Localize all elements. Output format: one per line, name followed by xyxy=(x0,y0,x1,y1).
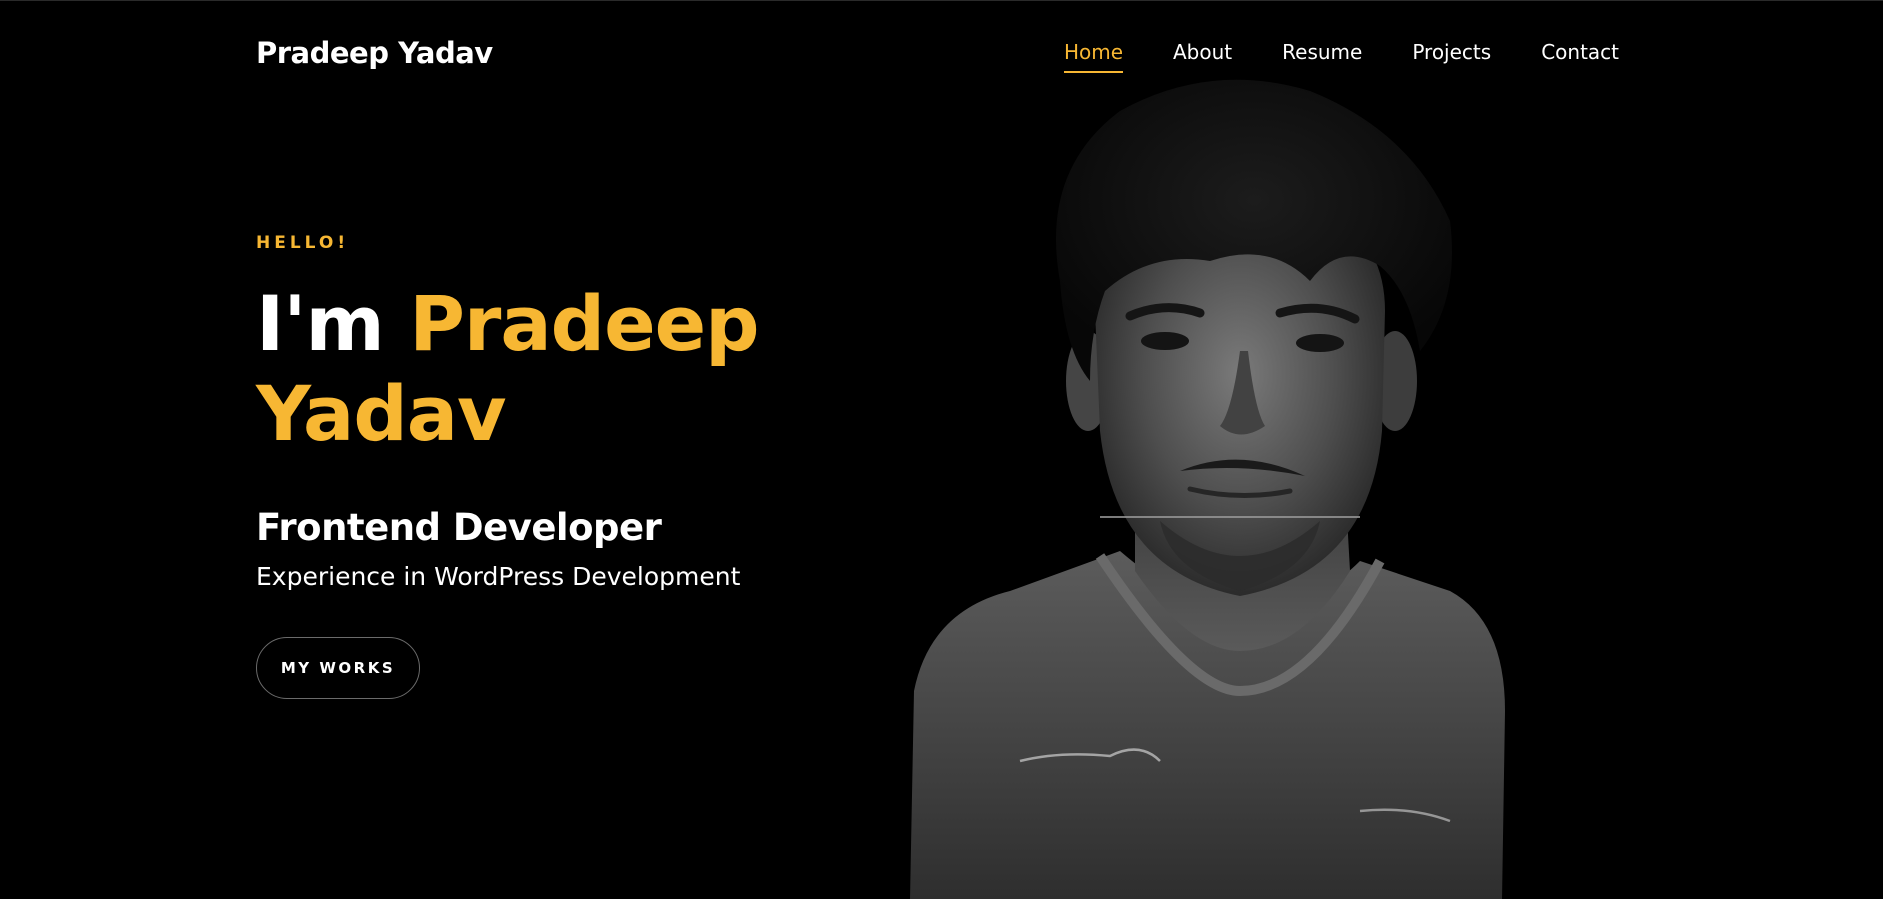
greeting-label: HELLO! xyxy=(256,233,350,253)
hero-subtitle: Experience in WordPress Development xyxy=(256,562,741,591)
headline-name-first: Pradeep xyxy=(409,279,759,368)
headline-intro: I'm xyxy=(256,279,385,368)
profile-photo xyxy=(890,51,1530,899)
headline-name-last: Yadav xyxy=(256,369,507,458)
my-works-button[interactable]: MY WORKS xyxy=(256,637,420,699)
nav-link-contact[interactable]: Contact xyxy=(1541,37,1619,67)
hero-section: HELLO! I'm Pradeep Yadav Frontend Develo… xyxy=(256,231,760,699)
page: Pradeep Yadav Home About Resume Projects… xyxy=(0,0,1883,899)
hero-role: Frontend Developer xyxy=(256,506,662,549)
brand-logo[interactable]: Pradeep Yadav xyxy=(256,33,493,73)
hero-headline: I'm Pradeep Yadav xyxy=(256,279,760,459)
